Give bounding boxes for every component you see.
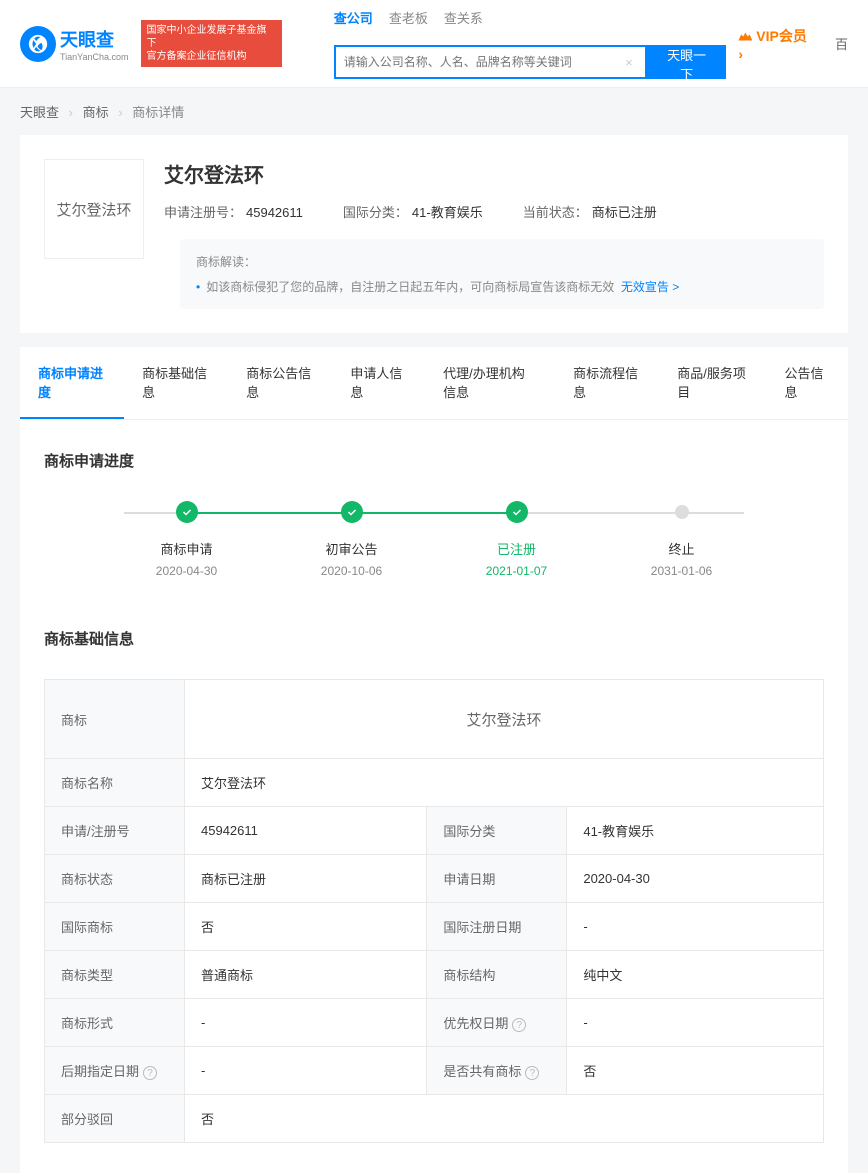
table-label: 申请日期	[427, 855, 567, 903]
progress-step-0: 商标申请2020-04-30	[104, 501, 269, 578]
table-value: -	[185, 999, 427, 1047]
table-value: 45942611	[185, 807, 427, 855]
table-value: 艾尔登法环	[185, 680, 824, 759]
table-label: 国际商标	[45, 903, 185, 951]
reg-no: 45942611	[246, 205, 303, 220]
help-icon[interactable]: ?	[512, 1018, 526, 1032]
breadcrumb-home[interactable]: 天眼查	[20, 105, 59, 120]
logo-icon	[20, 26, 56, 62]
tab-2[interactable]: 商标公告信息	[228, 347, 332, 419]
search-tabs: 查公司 查老板 查关系	[334, 8, 727, 27]
table-value: -	[185, 1047, 427, 1095]
table-value: -	[567, 903, 824, 951]
tab-0[interactable]: 商标申请进度	[20, 347, 124, 419]
search-tab-company[interactable]: 查公司	[334, 8, 373, 27]
table-value: 否	[567, 1047, 824, 1095]
trademark-small-image: 艾尔登法环	[439, 694, 569, 744]
help-icon[interactable]: ?	[143, 1066, 157, 1080]
tab-3[interactable]: 申请人信息	[332, 347, 425, 419]
search-tab-boss[interactable]: 查老板	[389, 8, 428, 27]
breadcrumb: 天眼查 › 商标 › 商标详情	[0, 88, 868, 135]
help-icon[interactable]: ?	[525, 1066, 539, 1080]
tab-4[interactable]: 代理/办理机构信息	[425, 347, 555, 419]
table-label: 优先权日期?	[427, 999, 567, 1047]
invalid-declare-link[interactable]: 无效宣告 >	[621, 280, 679, 294]
table-label: 是否共有商标?	[427, 1047, 567, 1095]
table-value: 否	[185, 903, 427, 951]
search-input[interactable]	[344, 55, 621, 69]
section-basic-title: 商标基础信息	[44, 628, 824, 649]
progress-step-2: 已注册2021-01-07	[434, 501, 599, 578]
table-label: 国际分类	[427, 807, 567, 855]
trademark-note: 商标解读： •如该商标侵犯了您的品牌，自注册之日起五年内，可向商标局宣告该商标无…	[180, 239, 824, 309]
table-value: 否	[185, 1095, 824, 1143]
logo[interactable]: 天眼查 TianYanCha.com	[20, 26, 129, 62]
search-box: ×	[334, 45, 647, 79]
table-label: 商标状态	[45, 855, 185, 903]
table-label: 商标	[45, 680, 185, 759]
table-label: 后期指定日期?	[45, 1047, 185, 1095]
trademark-title: 艾尔登法环	[164, 159, 824, 188]
tab-7[interactable]: 公告信息	[767, 347, 848, 419]
section-progress-title: 商标申请进度	[44, 450, 824, 471]
intl-class: 41-教育娱乐	[412, 205, 483, 220]
table-value: 纯中文	[567, 951, 824, 999]
progress-bar: 商标申请2020-04-30初审公告2020-10-06已注册2021-01-0…	[44, 501, 824, 578]
table-value: 41-教育娱乐	[567, 807, 824, 855]
table-label: 商标形式	[45, 999, 185, 1047]
table-label: 商标类型	[45, 951, 185, 999]
vip-link[interactable]: VIP会员 ›	[738, 26, 815, 62]
tabs: 商标申请进度商标基础信息商标公告信息申请人信息代理/办理机构信息商标流程信息商品…	[20, 347, 848, 420]
table-value: -	[567, 999, 824, 1047]
table-label: 部分驳回	[45, 1095, 185, 1143]
status: 商标已注册	[592, 205, 657, 220]
tab-1[interactable]: 商标基础信息	[124, 347, 228, 419]
header: 天眼查 TianYanCha.com 国家中小企业发展子基金旗下 官方备案企业征…	[0, 0, 868, 88]
breadcrumb-current: 商标详情	[132, 105, 184, 120]
trademark-image: 艾尔登法环	[44, 159, 144, 259]
header-extra[interactable]: 百	[835, 34, 848, 53]
table-value: 普通商标	[185, 951, 427, 999]
table-label: 商标结构	[427, 951, 567, 999]
logo-subtext: TianYanCha.com	[60, 52, 129, 62]
progress-step-1: 初审公告2020-10-06	[269, 501, 434, 578]
breadcrumb-trademark[interactable]: 商标	[83, 105, 109, 120]
basic-info-table: 商标艾尔登法环商标名称艾尔登法环申请/注册号45942611国际分类41-教育娱…	[44, 679, 824, 1143]
logo-text: 天眼查	[60, 26, 129, 52]
table-label: 商标名称	[45, 759, 185, 807]
trademark-card: 艾尔登法环 艾尔登法环 申请注册号：45942611 国际分类：41-教育娱乐 …	[20, 135, 848, 333]
content: 商标申请进度 商标申请2020-04-30初审公告2020-10-06已注册20…	[20, 420, 848, 1173]
table-value: 商标已注册	[185, 855, 427, 903]
table-value: 艾尔登法环	[185, 759, 824, 807]
table-label: 国际注册日期	[427, 903, 567, 951]
official-badge: 国家中小企业发展子基金旗下 官方备案企业征信机构	[141, 20, 282, 67]
table-value: 2020-04-30	[567, 855, 824, 903]
search-button[interactable]: 天眼一下	[647, 45, 727, 79]
tab-6[interactable]: 商品/服务项目	[659, 347, 766, 419]
table-label: 申请/注册号	[45, 807, 185, 855]
progress-step-3: 终止2031-01-06	[599, 501, 764, 578]
clear-icon[interactable]: ×	[621, 55, 637, 70]
search-tab-relation[interactable]: 查关系	[444, 8, 483, 27]
crown-icon	[738, 31, 752, 41]
tab-5[interactable]: 商标流程信息	[555, 347, 659, 419]
